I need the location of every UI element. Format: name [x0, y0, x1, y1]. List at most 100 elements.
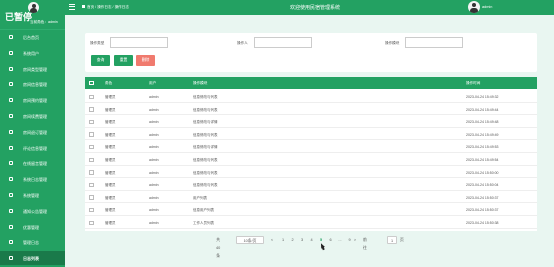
breadcrumb-home[interactable]: 首页 — [87, 5, 94, 9]
table-row[interactable]: 管理员 admin 工作人员列表 2023-04-24 15:50:38 — [85, 217, 537, 229]
avatar[interactable] — [28, 2, 39, 13]
page-number[interactable]: 2 — [290, 236, 296, 244]
op-module-label: 操作模块 — [385, 41, 400, 45]
page-number[interactable]: 1 — [280, 236, 286, 244]
sidebar-item-label: 在线留言管理 — [23, 161, 47, 167]
table-cell: 2023-04-24 15:49:54 — [466, 158, 499, 162]
op-type-label: 操作类型 — [90, 41, 105, 45]
log-table: 角色 用户 操作模块 操作时间 管理员 admin 信息修改与列表 2023-04-2… — [85, 77, 537, 231]
table-row[interactable]: 管理员 admin 信息用户列表 2023-04-24 15:50:37 — [85, 204, 537, 216]
reset-button[interactable]: 重置 — [114, 55, 133, 66]
goto-label: 前往 — [363, 238, 367, 250]
table-row[interactable]: 管理员 admin 信息修改与列表 2023-04-24 15:50:00 — [85, 167, 537, 179]
page-suffix: 页 — [400, 238, 404, 242]
sidebar-item[interactable]: 房间预约管理 — [0, 93, 65, 107]
table-cell: 信息修改与列表 — [193, 183, 218, 188]
table-cell: 管理员 — [105, 107, 116, 112]
col-user: 用户 — [149, 81, 157, 85]
sidebar-item[interactable]: 管理日志 — [0, 235, 65, 249]
table-row[interactable]: 管理员 admin 信息修改与列表 2023-04-24 15:50:04 — [85, 179, 537, 191]
table-row[interactable]: 管理员 admin 信息修改与列表 2023-04-24 15:49:32 — [85, 91, 537, 103]
table-cell: 工作人员列表 — [193, 221, 214, 225]
row-checkbox[interactable] — [89, 94, 94, 99]
search-button[interactable]: 查询 — [91, 55, 110, 66]
row-checkbox[interactable] — [89, 170, 94, 175]
col-time: 操作时间 — [466, 81, 481, 85]
table-cell: 2023-04-24 15:50:37 — [466, 208, 499, 213]
sidebar-item[interactable]: 房间类型管理 — [0, 62, 65, 76]
goto-page-input[interactable]: 1 — [387, 236, 397, 244]
row-checkbox[interactable] — [89, 107, 94, 112]
row-checkbox[interactable] — [89, 207, 94, 213]
table-cell: admin — [149, 95, 159, 99]
menu-icon — [9, 129, 13, 134]
mouse-cursor-tail — [320, 245, 325, 251]
row-checkbox[interactable] — [89, 157, 94, 162]
next-page-button[interactable]: > — [352, 236, 358, 244]
page-size-select[interactable]: 10条/页 — [236, 236, 264, 244]
row-checkbox[interactable] — [89, 132, 94, 137]
breadcrumb-section[interactable]: 操作日志 — [97, 5, 111, 9]
sidebar-item-label: 房间预约管理 — [23, 98, 47, 104]
sidebar-item-label: 房间退订管理 — [23, 129, 47, 135]
page-number[interactable]: 6 — [328, 236, 334, 244]
table-cell: 管理员 — [105, 120, 116, 125]
sidebar-item-label: 系统日志管理 — [23, 177, 47, 183]
operator-label: 操作人 — [237, 41, 248, 45]
table-row[interactable]: 管理员 admin 信息修改与列表 2023-04-24 15:49:49 — [85, 129, 537, 141]
sidebar-item[interactable]: 房间信息管理 — [0, 77, 65, 91]
sidebar-item-label: 房间信息管理 — [23, 82, 47, 88]
table-row[interactable]: 管理员 admin 信息修改与列表 2023-04-24 15:49:54 — [85, 154, 537, 166]
menu-toggle-icon[interactable] — [69, 4, 75, 10]
table-cell: 管理员 — [105, 170, 116, 175]
sidebar-item[interactable]: 房间退订管理 — [0, 125, 65, 139]
table-cell: 2023-04-24 15:49:48 — [466, 120, 499, 125]
row-checkbox[interactable] — [89, 119, 94, 125]
home-icon[interactable] — [82, 5, 85, 9]
breadcrumb: 首页 / 操作日志 / 操作日志 — [82, 5, 129, 10]
table-cell: 管理员 — [105, 145, 116, 150]
page-number[interactable]: 4 — [309, 236, 315, 244]
table-cell: 管理员 — [105, 132, 116, 137]
sidebar-item[interactable]: 日志列表 — [0, 251, 65, 266]
table-cell: admin — [149, 107, 159, 112]
sidebar-item[interactable]: 房间续费管理 — [0, 109, 65, 123]
table-cell: 用户列表 — [193, 195, 207, 200]
menu-icon — [9, 177, 13, 182]
page-title: 欢迎使用民宿管理系统 — [290, 5, 341, 11]
op-type-input[interactable] — [110, 37, 168, 48]
sidebar-item[interactable]: 评论信息管理 — [0, 141, 65, 155]
op-module-input[interactable] — [405, 37, 463, 48]
row-checkbox[interactable] — [89, 195, 94, 200]
row-checkbox[interactable] — [89, 144, 94, 150]
sidebar-item[interactable]: 在线留言管理 — [0, 156, 65, 170]
sidebar-item[interactable]: 系统日志管理 — [0, 172, 65, 186]
row-checkbox[interactable] — [89, 182, 94, 188]
table-cell: 信息修改与列表 — [193, 95, 218, 99]
sidebar-item[interactable]: 后台首页 — [0, 30, 65, 44]
username[interactable]: admin — [482, 5, 492, 9]
menu-icon — [9, 145, 13, 150]
user-avatar[interactable] — [468, 1, 480, 13]
table-row[interactable]: 管理员 admin 用户列表 2023-04-24 15:50:37 — [85, 192, 537, 204]
table-row[interactable]: 管理员 admin 信息修改与列表 2023-04-24 15:49:44 — [85, 104, 537, 116]
table-cell: admin — [149, 183, 159, 188]
table-row[interactable]: 管理员 admin 信息修改与详情 2023-04-24 15:49:53 — [85, 141, 537, 153]
table-row[interactable]: 管理员 admin 信息修改与详情 2023-04-24 15:49:48 — [85, 116, 537, 128]
top-bar: 首页 / 操作日志 / 操作日志 欢迎使用民宿管理系统 admin — [65, 0, 554, 15]
select-all-checkbox[interactable] — [89, 80, 94, 85]
table-cell: 信息修改与列表 — [193, 158, 218, 162]
page-number[interactable]: 3 — [299, 236, 305, 244]
delete-button[interactable]: 删除 — [136, 55, 155, 66]
operator-input[interactable] — [254, 37, 312, 48]
breadcrumb-current: 操作日志 — [114, 5, 129, 9]
prev-page-button[interactable]: < — [269, 236, 275, 244]
sidebar-item[interactable]: 优惠管理 — [0, 220, 65, 234]
sidebar-item[interactable]: 系统管理 — [0, 188, 65, 202]
row-checkbox[interactable] — [89, 220, 94, 225]
table-cell: admin — [149, 158, 159, 162]
sidebar-item[interactable]: 通知公告管理 — [0, 204, 65, 218]
sidebar-header: 已暂停 当前角色：admin — [0, 0, 65, 30]
sidebar-item[interactable]: 系统用户 — [0, 46, 65, 60]
page-number[interactable]: ... — [337, 236, 343, 244]
